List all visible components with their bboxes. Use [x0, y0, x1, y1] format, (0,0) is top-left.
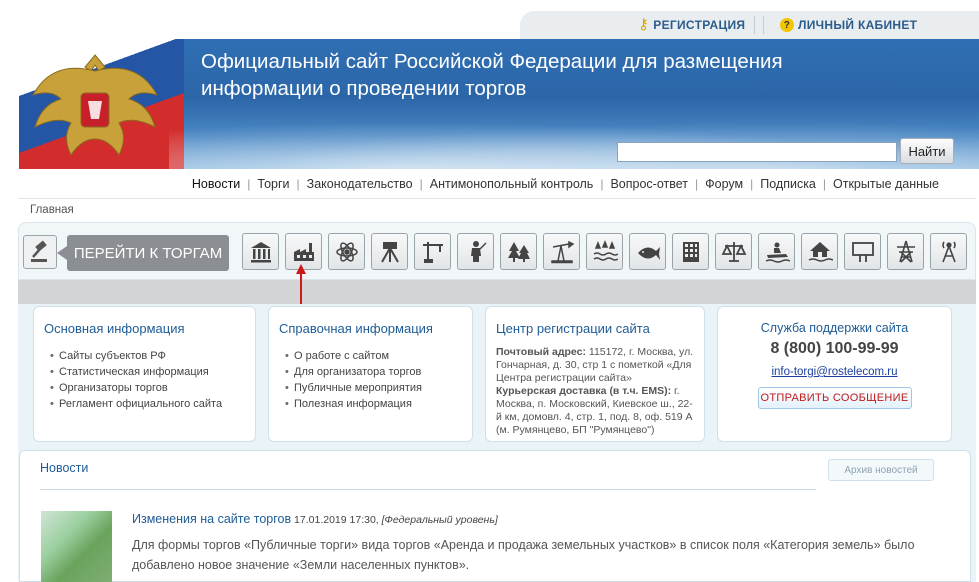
list-item[interactable]: Регламент официального сайта [50, 396, 255, 412]
hunter-icon[interactable] [457, 233, 494, 270]
courier-label: Курьерская доставка (в т.ч. EMS): [496, 385, 672, 397]
power-tower-icon[interactable] [887, 233, 924, 270]
news-divider [40, 489, 816, 490]
bank-icon[interactable] [242, 233, 279, 270]
radio-tower-icon[interactable] [930, 233, 967, 270]
main-info-list: Сайты субъектов РФ Статистическая информ… [50, 348, 255, 412]
goto-tenders-button[interactable]: ПЕРЕЙТИ К ТОРГАМ [67, 235, 229, 271]
nav-item-faq[interactable]: Вопрос-ответ [603, 177, 695, 191]
nav-item-tenders[interactable]: Торги [250, 177, 296, 191]
support-title: Служба поддержки сайта [760, 321, 909, 335]
news-body: Для формы торгов «Публичные торги» вида … [132, 538, 915, 572]
registration-center-box: Центр регистрации сайта Почтовый адрес: … [485, 306, 705, 442]
atom-icon[interactable] [328, 233, 365, 270]
news-level: [Федеральный уровень] [382, 514, 498, 526]
search-input[interactable] [617, 142, 897, 162]
breadcrumb[interactable]: Главная [30, 204, 74, 216]
list-item[interactable]: Статистическая информация [50, 364, 255, 380]
reference-info-list: О работе с сайтом Для организатора торго… [285, 348, 472, 412]
key-icon: ⚷ [638, 16, 650, 33]
scales-icon[interactable] [715, 233, 752, 270]
registration-center-title[interactable]: Центр регистрации сайта [496, 321, 704, 336]
news-archive-button[interactable]: Архив новостей [828, 459, 934, 481]
forest-icon[interactable] [500, 233, 537, 270]
list-item[interactable]: Публичные мероприятия [285, 380, 472, 396]
support-email-link[interactable]: info-torgi@rostelecom.ru [718, 366, 951, 378]
oil-pump-icon[interactable] [543, 233, 580, 270]
main-info-box: Основная информация Сайты субъектов РФ С… [33, 306, 256, 442]
news-panel: Новости Архив новостей Изменения на сайт… [19, 450, 971, 582]
address-text: Почтовый адрес: 115172, г. Москва, ул. Г… [496, 346, 696, 437]
reference-info-title[interactable]: Справочная информация [279, 321, 472, 336]
nav-item-antimonopoly[interactable]: Антимонопольный контроль [423, 177, 601, 191]
news-section: Новости Архив новостей Изменения на сайт… [18, 450, 976, 582]
news-level-text: [Федеральный уровень] [381, 514, 498, 526]
top-bar: ⚷ РЕГИСТРАЦИЯ ? ЛИЧНЫЙ КАБИНЕТ [520, 11, 979, 39]
water-rain-icon[interactable] [586, 233, 623, 270]
header-banner: Официальный сайт Российской Федерации дл… [19, 39, 979, 169]
nav-item-forum[interactable]: Форум [698, 177, 750, 191]
top-divider [754, 16, 764, 34]
building-icon[interactable] [672, 233, 709, 270]
grey-strip [18, 280, 976, 304]
list-item[interactable]: Организаторы торгов [50, 380, 255, 396]
nav-item-news[interactable]: Новости [185, 177, 247, 191]
support-box: Служба поддержки сайта 8 (800) 100-99-99… [717, 306, 952, 442]
list-item[interactable]: О работе с сайтом [285, 348, 472, 364]
coat-of-arms-icon [31, 54, 159, 156]
nav-item-subscription[interactable]: Подписка [753, 177, 823, 191]
sector-icon-bar: ПЕРЕЙТИ К ТОРГАМ [18, 222, 976, 280]
cabinet-link[interactable]: ? ЛИЧНЫЙ КАБИНЕТ [780, 18, 917, 32]
nav-item-open-data[interactable]: Открытые данные [826, 177, 946, 191]
billboard-icon[interactable] [844, 233, 881, 270]
gavel-icon [31, 240, 47, 262]
fish-icon[interactable] [629, 233, 666, 270]
registration-link[interactable]: ⚷ РЕГИСТРАЦИЯ [638, 16, 746, 33]
postal-label: Почтовый адрес: [496, 346, 586, 358]
site-title: Официальный сайт Российской Федерации дл… [201, 50, 783, 100]
registration-label: РЕГИСТРАЦИЯ [653, 18, 746, 32]
list-item[interactable]: Полезная информация [285, 396, 472, 412]
info-section: Основная информация Сайты субъектов РФ С… [18, 304, 976, 450]
nav-item-legislation[interactable]: Законодательство [300, 177, 420, 191]
send-message-button[interactable]: ОТПРАВИТЬ СООБЩЕНИЕ [757, 387, 912, 409]
search-button[interactable]: Найти [900, 138, 954, 164]
news-title: Новости [40, 461, 89, 475]
reference-info-box: Справочная информация О работе с сайтом … [268, 306, 473, 442]
gavel-button[interactable] [23, 235, 57, 269]
cabinet-label: ЛИЧНЫЙ КАБИНЕТ [798, 18, 918, 32]
news-item-header: Изменения на сайте торгов 17.01.2019 17:… [132, 512, 498, 526]
news-thumbnail[interactable] [41, 511, 112, 582]
main-nav: Новости | Торги | Законодательство | Ант… [18, 169, 976, 199]
house-flood-icon[interactable] [801, 233, 838, 270]
support-phone: 8 (800) 100-99-99 [770, 340, 899, 357]
list-item[interactable]: Для организатора торгов [285, 364, 472, 380]
goto-arrow-pointer [57, 246, 67, 260]
crane-icon[interactable] [414, 233, 451, 270]
list-item[interactable]: Сайты субъектов РФ [50, 348, 255, 364]
survey-tripod-icon[interactable] [371, 233, 408, 270]
news-date: 17.01.2019 17:30, [291, 514, 382, 526]
question-icon: ? [780, 18, 794, 32]
main-info-title[interactable]: Основная информация [44, 321, 255, 336]
news-headline-link[interactable]: Изменения на сайте торгов [132, 512, 291, 526]
jetski-icon[interactable] [758, 233, 795, 270]
